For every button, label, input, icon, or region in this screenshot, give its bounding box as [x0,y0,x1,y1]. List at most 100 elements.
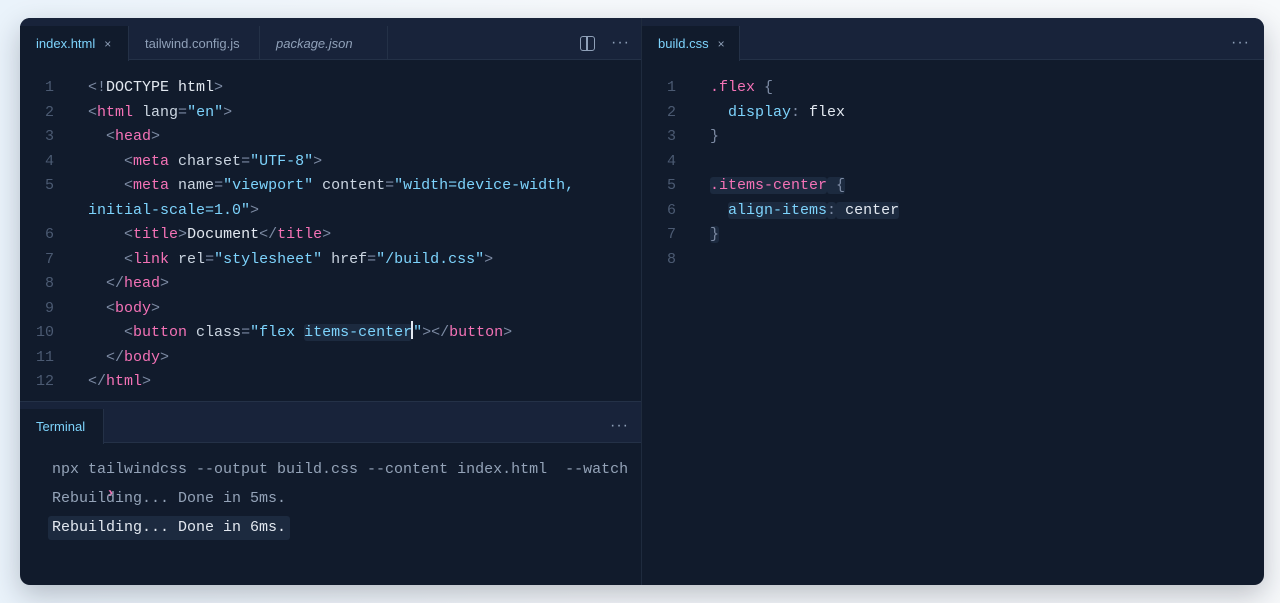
tab-index-html[interactable]: index.html × [20,26,129,61]
code-token: } [710,128,720,145]
code-token: href [322,250,368,268]
code-token: = [241,324,251,341]
code-token: : [827,201,837,219]
close-icon[interactable]: × [718,37,725,51]
code-token: = [205,250,215,268]
terminal-tab-bar: Terminal ··· [20,401,641,444]
code-token: body [115,299,152,317]
code-line: 5 <meta name="viewport" content="width=d… [20,174,641,198]
code-text: } [710,223,720,247]
code-token: center [836,201,900,219]
line-number: 5 [666,177,676,194]
code-line: 4 <meta charset="UTF-8"> [20,150,641,174]
code-token: "en" [187,103,224,121]
code-text: <title>Document</title> [88,223,331,247]
close-icon[interactable]: × [104,37,111,51]
code-token: </ [88,373,107,390]
code-token: > [160,348,170,366]
line-number: 12 [35,373,54,390]
more-options-icon[interactable]: ··· [1231,34,1250,52]
code-line: 3 <head> [20,125,641,149]
code-token: align-items [728,201,828,219]
code-text: .flex { [710,76,773,100]
code-token: < [88,103,98,121]
line-number: 2 [44,103,54,121]
code-token: > [160,275,170,292]
code-token: display [728,103,792,121]
tab-build-css[interactable]: build.css × [642,26,740,61]
code-token: name [169,177,215,194]
code-token: "stylesheet" [214,250,323,268]
left-tab-actions: ··· [580,26,630,60]
code-line: 6 <title>Document</title> [20,223,641,247]
line-number: 3 [44,128,54,145]
code-token: html [106,373,143,390]
code-token: < [124,226,134,243]
more-options-icon[interactable]: ··· [610,417,629,435]
tab-label: tailwind.config.js [145,35,240,51]
left-tab-bar: index.html × tailwind.config.js package.… [20,18,641,61]
code-text: .items-center { [710,174,846,198]
code-token: link [133,250,170,268]
code-token: > [503,324,513,341]
code-token: </ [106,348,125,366]
code-line: 8 [642,248,1264,272]
line-number: 7 [44,250,54,268]
code-token: "flex [250,324,305,341]
code-token: > [484,250,494,268]
terminal-tab-actions: ··· [610,409,629,443]
code-token: > [250,201,260,219]
code-text: <meta charset="UTF-8"> [88,150,322,174]
line-number: 1 [44,79,54,96]
line-number: 4 [666,152,676,170]
split-editor-icon[interactable] [580,35,595,51]
code-token: > [322,226,332,243]
code-token: .items-center [710,177,828,194]
code-line: 9 <body> [20,297,641,321]
code-text: initial-scale=1.0"> [88,199,259,223]
code-token: = [178,103,188,121]
tab-tailwind-config[interactable]: tailwind.config.js [129,26,260,60]
code-line: 2 display: flex [642,101,1264,125]
code-token: } [710,226,720,243]
code-token: "/build.css" [376,250,485,268]
code-token: rel [169,250,206,268]
code-text: <body> [88,297,160,321]
code-token: > [151,299,161,317]
line-number: 9 [44,299,54,317]
line-number: 4 [44,152,54,170]
code-token: < [106,299,116,317]
right-tab-actions: ··· [1231,26,1250,60]
code-line: 4 [642,150,1264,174]
code-token: <! [88,79,107,96]
code-token: { [827,177,846,194]
code-text: align-items: center [710,199,900,223]
tab-package-json[interactable]: package.json [260,26,388,60]
code-text: </body> [88,346,169,370]
code-token: lang [133,103,179,121]
code-token: > [214,79,224,96]
code-token: "width=device-width, [394,177,575,194]
tab-terminal[interactable]: Terminal [20,409,104,444]
code-token: </ [259,226,278,243]
code-token: ></ [422,324,450,341]
code-token: = [241,152,251,170]
code-text: <!DOCTYPE html> [88,76,223,100]
code-token: title [277,226,323,243]
code-token: flex [800,103,846,121]
code-token: < [106,128,116,145]
line-number: 3 [666,128,676,145]
editor-window: index.html × tailwind.config.js package.… [20,18,1264,585]
code-line: 7 <link rel="stylesheet" href="/build.cs… [20,248,641,272]
more-options-icon[interactable]: ··· [611,34,630,52]
code-text: <button class="flex items-center"></butt… [88,321,512,345]
code-token: < [124,152,134,170]
tab-label: package.json [276,35,353,51]
code-token: html [97,103,134,121]
